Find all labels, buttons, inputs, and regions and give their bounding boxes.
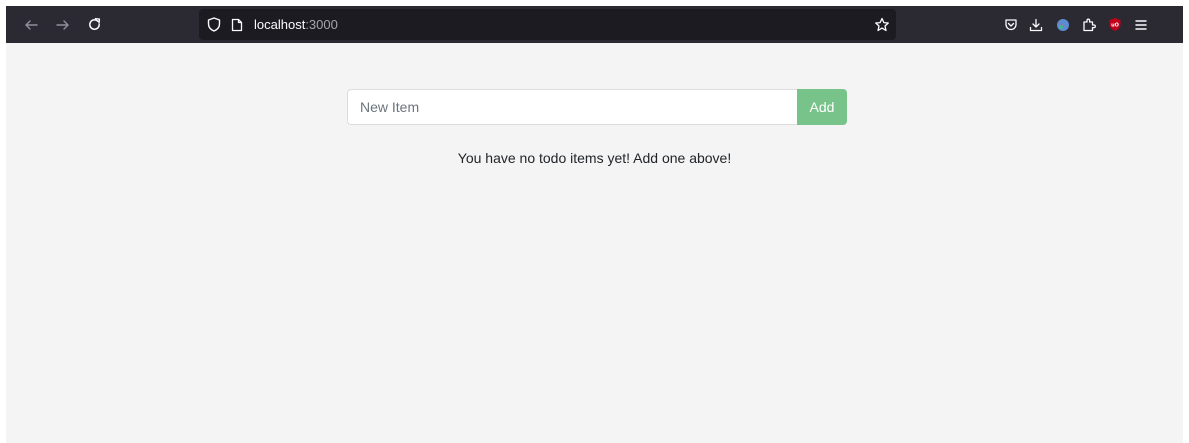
- menu-button[interactable]: [1131, 6, 1151, 43]
- empty-todo-message: You have no todo items yet! Add one abov…: [457, 150, 732, 166]
- url-bar[interactable]: localhost:3000: [199, 9, 896, 40]
- tracking-protection-button[interactable]: [205, 9, 223, 40]
- reload-icon: [88, 17, 100, 30]
- star-icon: [875, 17, 889, 31]
- extensions-button[interactable]: [1079, 6, 1099, 43]
- reload-button[interactable]: [83, 6, 105, 43]
- page-content: Add You have no todo items yet! Add one …: [6, 43, 1183, 443]
- shield-icon: [207, 17, 221, 32]
- add-button[interactable]: Add: [797, 89, 847, 125]
- colorful-extension-button[interactable]: [1053, 6, 1073, 43]
- pocket-icon: [1005, 18, 1017, 30]
- new-item-input[interactable]: [347, 89, 797, 125]
- ublock-button[interactable]: uO: [1105, 6, 1125, 43]
- back-button[interactable]: [20, 6, 42, 43]
- hamburger-menu-icon: [1135, 19, 1147, 30]
- forward-button[interactable]: [52, 6, 74, 43]
- arrow-left-icon: [25, 19, 38, 30]
- svg-text:uO: uO: [1111, 23, 1119, 29]
- bookmark-button[interactable]: [872, 9, 892, 40]
- page-icon: [231, 18, 243, 31]
- url-port: :3000: [305, 17, 338, 32]
- download-icon: [1029, 18, 1043, 31]
- url-host: localhost: [254, 17, 306, 32]
- extension-icon: [1057, 18, 1069, 31]
- downloads-button[interactable]: [1026, 6, 1046, 43]
- puzzle-icon: [1083, 18, 1096, 31]
- ublock-icon: uO: [1109, 18, 1121, 31]
- browser-window: localhost:3000 uO New Item Add You have …: [6, 6, 1183, 443]
- arrow-right-icon: [56, 19, 69, 30]
- add-item-form: Add: [347, 89, 847, 125]
- url-text[interactable]: localhost:3000: [254, 9, 338, 40]
- site-info-button[interactable]: [229, 9, 245, 40]
- browser-toolbar: localhost:3000 uO: [6, 6, 1183, 43]
- pocket-button[interactable]: [1001, 6, 1021, 43]
